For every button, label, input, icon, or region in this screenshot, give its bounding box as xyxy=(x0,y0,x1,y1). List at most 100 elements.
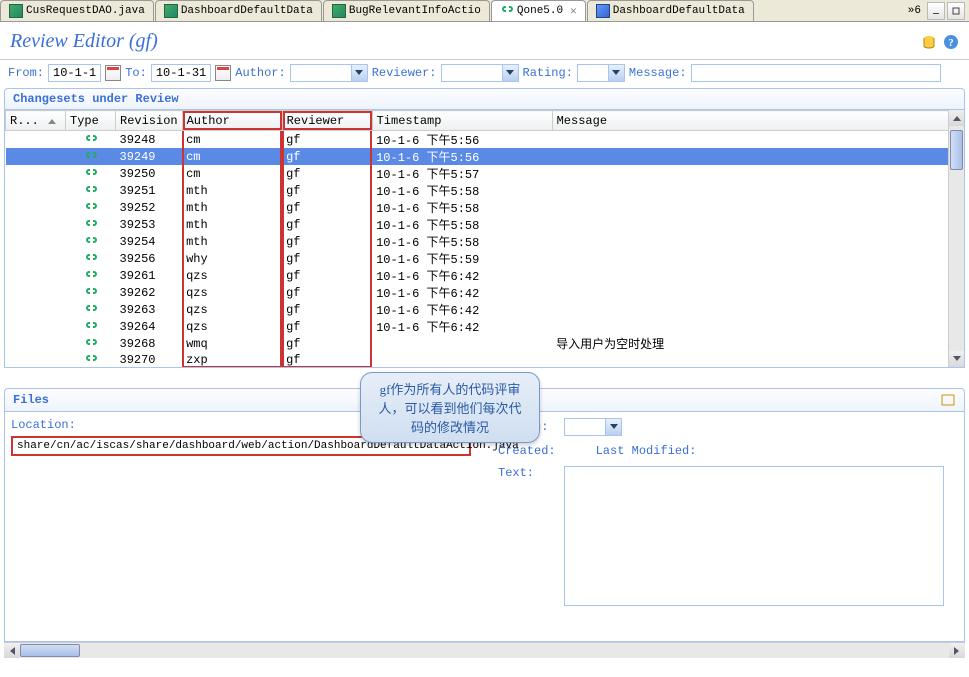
callout-text: gf作为所有人的代码评审人，可以看到他们每次代码的修改情况 xyxy=(360,372,540,443)
table-row[interactable]: 39256whygf10-1-6 下午5:59 xyxy=(6,250,964,267)
col-r[interactable]: R... xyxy=(6,111,66,131)
text-label: Text: xyxy=(498,466,558,480)
author-combo[interactable] xyxy=(290,64,368,82)
tab-label: DashboardDefaultData xyxy=(613,5,745,17)
file-rating-combo[interactable] xyxy=(564,418,622,436)
chevron-down-icon[interactable] xyxy=(605,419,621,435)
created-label: Created: xyxy=(498,444,556,458)
table-row[interactable]: 39262qzsgf10-1-6 下午6:42 xyxy=(6,284,964,301)
table-row[interactable]: 39248cmgf10-1-6 下午5:56 xyxy=(6,131,964,149)
chain-icon xyxy=(84,201,98,215)
chain-icon xyxy=(84,269,98,283)
calendar-icon[interactable] xyxy=(215,65,231,81)
java-file-icon xyxy=(164,4,178,18)
chain-icon xyxy=(500,4,514,18)
tab-label: DashboardDefaultData xyxy=(181,5,313,17)
changesets-table: R... Type Revision Author Reviewer Times… xyxy=(5,110,964,368)
chevron-down-icon[interactable] xyxy=(608,65,624,81)
table-row[interactable]: 39254mthgf10-1-6 下午5:58 xyxy=(6,233,964,250)
calendar-icon[interactable] xyxy=(105,65,121,81)
chain-icon xyxy=(84,303,98,317)
scroll-up-icon[interactable] xyxy=(949,110,964,126)
col-reviewer[interactable]: Reviewer xyxy=(282,111,372,131)
tab-label: Qone5.0 xyxy=(517,5,563,17)
tab-label: CusRequestDAO.java xyxy=(26,5,145,17)
maximize-button[interactable] xyxy=(947,2,965,20)
title-bar: Review Editor (gf) ? xyxy=(0,22,969,60)
chain-icon xyxy=(84,167,98,181)
text-input[interactable] xyxy=(564,466,944,606)
scroll-right-icon[interactable] xyxy=(949,643,965,658)
to-label: To: xyxy=(125,66,147,80)
table-row[interactable]: 39252mthgf10-1-6 下午5:58 xyxy=(6,199,964,216)
tabs-container: CusRequestDAO.java DashboardDefaultData Bu… xyxy=(0,0,755,21)
reviewer-combo[interactable] xyxy=(441,64,519,82)
reviewer-label: Reviewer: xyxy=(372,66,437,80)
from-label: From: xyxy=(8,66,44,80)
page-title: Review Editor (gf) xyxy=(10,30,158,53)
changesets-title: Changesets under Review xyxy=(13,92,179,106)
modified-label: Last Modified: xyxy=(596,444,697,458)
db-icon[interactable] xyxy=(921,34,937,50)
table-row[interactable]: 39268wmqgf导入用户为空时处理 xyxy=(6,335,964,352)
svg-text:?: ? xyxy=(948,37,954,49)
chain-icon xyxy=(84,252,98,266)
vertical-scrollbar[interactable] xyxy=(948,110,964,367)
chain-icon xyxy=(84,320,98,334)
chain-icon xyxy=(84,353,98,367)
chain-icon xyxy=(84,150,98,164)
table-row[interactable]: 39270zxpgf xyxy=(6,352,964,368)
filter-bar: From: 10-1-1 To: 10-1-31 Author: Reviewe… xyxy=(0,60,969,86)
col-type[interactable]: Type xyxy=(66,111,116,131)
author-label: Author: xyxy=(235,66,285,80)
chain-icon xyxy=(84,337,98,351)
editor-tab[interactable]: DashboardDefaultData xyxy=(155,0,322,21)
scroll-thumb[interactable] xyxy=(950,130,963,170)
sort-asc-icon xyxy=(48,114,56,120)
chevron-down-icon[interactable] xyxy=(502,65,518,81)
chain-icon xyxy=(84,218,98,232)
scroll-thumb[interactable] xyxy=(20,644,80,657)
col-author[interactable]: Author xyxy=(182,111,282,131)
message-input[interactable] xyxy=(691,64,941,82)
section-icon[interactable] xyxy=(940,392,956,408)
tab-label: BugRelevantInfoActio xyxy=(349,5,481,17)
minimize-button[interactable] xyxy=(927,2,945,20)
close-icon[interactable]: ✕ xyxy=(570,4,577,18)
chain-icon xyxy=(84,133,98,147)
col-message[interactable]: Message xyxy=(552,111,963,131)
chevron-down-icon[interactable] xyxy=(351,65,367,81)
editor-tab[interactable]: DashboardDefaultData xyxy=(587,0,754,21)
table-row[interactable]: 39249cmgf10-1-6 下午5:56 xyxy=(6,148,964,165)
table-row[interactable]: 39253mthgf10-1-6 下午5:58 xyxy=(6,216,964,233)
rating-combo[interactable] xyxy=(577,64,625,82)
tab-overflow[interactable]: »6 xyxy=(902,5,927,17)
editor-tab[interactable]: Qone5.0 ✕ xyxy=(491,0,586,21)
scroll-left-icon[interactable] xyxy=(4,643,20,658)
scroll-down-icon[interactable] xyxy=(949,351,964,367)
chain-icon xyxy=(84,286,98,300)
col-timestamp[interactable]: Timestamp xyxy=(372,111,552,131)
editor-tab[interactable]: BugRelevantInfoActio xyxy=(323,0,490,21)
table-header-row: R... Type Revision Author Reviewer Times… xyxy=(6,111,964,131)
table-row[interactable]: 39263qzsgf10-1-6 下午6:42 xyxy=(6,301,964,318)
table-row[interactable]: 39264qzsgf10-1-6 下午6:42 xyxy=(6,318,964,335)
rating-label: Rating: xyxy=(523,66,573,80)
message-label: Message: xyxy=(629,66,687,80)
editor-tab-bar: CusRequestDAO.java DashboardDefaultData Bu… xyxy=(0,0,969,22)
table-row[interactable]: 39261qzsgf10-1-6 下午6:42 xyxy=(6,267,964,284)
table-row[interactable]: 39251mthgf10-1-6 下午5:58 xyxy=(6,182,964,199)
data-file-icon xyxy=(596,4,610,18)
from-date-input[interactable]: 10-1-1 xyxy=(48,64,101,82)
col-revision[interactable]: Revision xyxy=(116,111,183,131)
to-date-input[interactable]: 10-1-31 xyxy=(151,64,211,82)
horizontal-scrollbar[interactable] xyxy=(4,642,965,658)
changesets-header: Changesets under Review xyxy=(4,88,965,110)
editor-tab[interactable]: CusRequestDAO.java xyxy=(0,0,154,21)
chain-icon xyxy=(84,184,98,198)
java-file-icon xyxy=(332,4,346,18)
callout-annotation: gf作为所有人的代码评审人，可以看到他们每次代码的修改情况 xyxy=(360,372,540,443)
table-row[interactable]: 39250cmgf10-1-6 下午5:57 xyxy=(6,165,964,182)
chain-icon xyxy=(84,235,98,249)
help-icon[interactable]: ? xyxy=(943,34,959,50)
